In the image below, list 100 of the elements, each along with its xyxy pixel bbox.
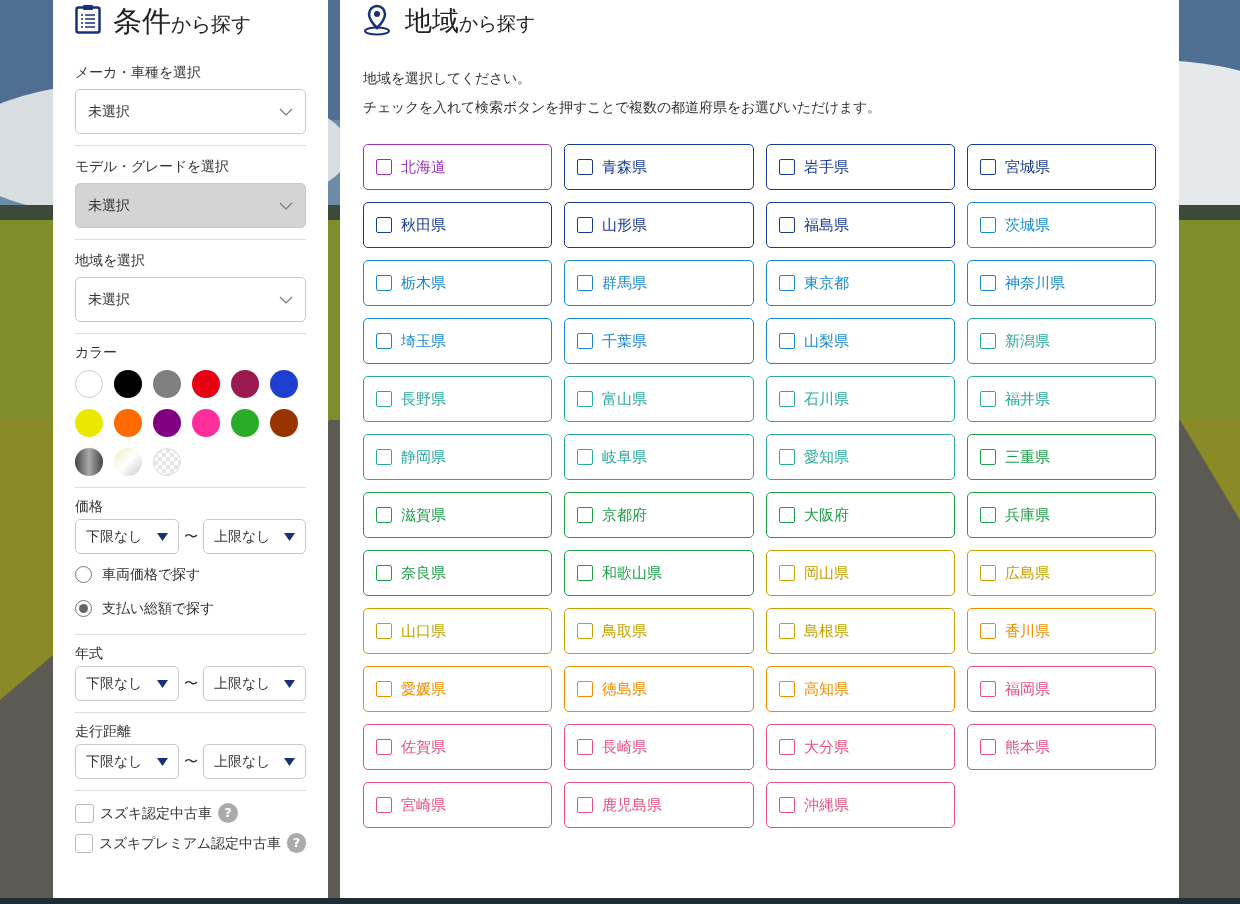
checkbox[interactable]	[979, 681, 996, 697]
prefecture-option[interactable]: 栃木県	[363, 260, 553, 306]
color-swatch[interactable]	[114, 448, 142, 476]
checkbox[interactable]	[778, 391, 795, 407]
prefecture-option[interactable]: 愛媛県	[363, 666, 553, 712]
checkbox[interactable]	[778, 159, 795, 175]
prefecture-option[interactable]: 東京都	[765, 260, 955, 306]
prefecture-option[interactable]: 神奈川県	[966, 260, 1156, 306]
prefecture-option[interactable]: 福井県	[966, 376, 1156, 422]
help-badge[interactable]: ?	[287, 833, 306, 853]
dropdown[interactable]: 未選択	[75, 89, 306, 134]
prefecture-option[interactable]: 群馬県	[564, 260, 754, 306]
checkbox[interactable]	[577, 507, 594, 523]
checkbox[interactable]	[979, 217, 996, 233]
color-swatch[interactable]	[270, 409, 298, 437]
prefecture-option[interactable]: 熊本県	[966, 724, 1156, 770]
checkbox[interactable]	[75, 833, 94, 853]
prefecture-option[interactable]: 鳥取県	[564, 608, 754, 654]
radio-option[interactable]: 車両価格で探す	[75, 564, 306, 584]
checkbox[interactable]	[778, 217, 795, 233]
checkbox[interactable]	[376, 623, 392, 639]
color-swatch[interactable]	[114, 409, 142, 437]
prefecture-option[interactable]: 山口県	[363, 608, 553, 654]
prefecture-option[interactable]: 奈良県	[363, 550, 553, 596]
dropdown[interactable]: 未選択	[75, 277, 306, 322]
prefecture-option[interactable]: 石川県	[765, 376, 955, 422]
checkbox[interactable]	[577, 739, 594, 755]
checkbox[interactable]	[778, 333, 795, 349]
prefecture-option[interactable]: 和歌山県	[564, 550, 754, 596]
color-swatch[interactable]	[231, 370, 259, 398]
prefecture-option[interactable]: 青森県	[564, 144, 754, 190]
color-swatch[interactable]	[270, 370, 298, 398]
checkbox[interactable]	[577, 217, 594, 233]
checkbox[interactable]	[577, 797, 594, 813]
checkbox[interactable]	[577, 681, 594, 697]
color-swatch[interactable]	[75, 409, 103, 437]
color-swatch[interactable]	[153, 409, 181, 437]
checkbox[interactable]	[979, 159, 996, 175]
prefecture-option[interactable]: 千葉県	[564, 318, 754, 364]
prefecture-option[interactable]: 大阪府	[765, 492, 955, 538]
checkbox[interactable]	[979, 449, 996, 465]
dropdown[interactable]: 下限なし	[75, 519, 179, 554]
checkbox[interactable]	[778, 507, 795, 523]
prefecture-option[interactable]: 兵庫県	[966, 492, 1156, 538]
checkbox[interactable]	[979, 507, 996, 523]
dropdown[interactable]: 上限なし	[203, 666, 306, 701]
checkbox[interactable]	[376, 275, 392, 291]
prefecture-option[interactable]: 長野県	[363, 376, 553, 422]
color-swatch[interactable]	[153, 370, 181, 398]
prefecture-option[interactable]: 宮城県	[966, 144, 1156, 190]
checkbox[interactable]	[778, 797, 795, 813]
checkbox[interactable]	[577, 159, 594, 175]
prefecture-option[interactable]: 沖縄県	[765, 782, 955, 828]
prefecture-option[interactable]: 香川県	[966, 608, 1156, 654]
color-swatch[interactable]	[231, 409, 259, 437]
color-swatch[interactable]	[153, 448, 181, 476]
prefecture-option[interactable]: 三重県	[966, 434, 1156, 480]
color-swatch[interactable]	[75, 448, 103, 476]
checkbox[interactable]	[577, 391, 594, 407]
prefecture-option[interactable]: 京都府	[564, 492, 754, 538]
checkbox[interactable]	[778, 623, 795, 639]
prefecture-option[interactable]: 茨城県	[966, 202, 1156, 248]
prefecture-option[interactable]: 島根県	[765, 608, 955, 654]
color-swatch[interactable]	[75, 370, 103, 398]
prefecture-option[interactable]: 鹿児島県	[564, 782, 754, 828]
prefecture-option[interactable]: 滋賀県	[363, 492, 553, 538]
prefecture-option[interactable]: 埼玉県	[363, 318, 553, 364]
checkbox[interactable]	[376, 565, 392, 581]
prefecture-option[interactable]: 大分県	[765, 724, 955, 770]
checkbox[interactable]	[577, 623, 594, 639]
checkbox[interactable]	[376, 797, 392, 813]
checkbox[interactable]	[778, 449, 795, 465]
checkbox[interactable]	[577, 449, 594, 465]
checkbox[interactable]	[979, 275, 996, 291]
checkbox[interactable]	[376, 159, 392, 175]
color-swatch[interactable]	[192, 409, 220, 437]
checkbox[interactable]	[376, 507, 392, 523]
prefecture-option[interactable]: 岡山県	[765, 550, 955, 596]
prefecture-option[interactable]: 福岡県	[966, 666, 1156, 712]
checkbox[interactable]	[979, 565, 996, 581]
checkbox[interactable]	[376, 739, 392, 755]
dropdown[interactable]: 上限なし	[203, 519, 306, 554]
checkbox[interactable]	[376, 391, 392, 407]
checkbox[interactable]	[778, 275, 795, 291]
checkbox[interactable]	[376, 681, 392, 697]
prefecture-option[interactable]: 秋田県	[363, 202, 553, 248]
dropdown[interactable]: 上限なし	[203, 744, 306, 779]
checkbox[interactable]	[778, 739, 795, 755]
checkbox[interactable]	[577, 275, 594, 291]
prefecture-option[interactable]: 山形県	[564, 202, 754, 248]
prefecture-option[interactable]: 岩手県	[765, 144, 955, 190]
checkbox[interactable]	[376, 333, 392, 349]
help-badge[interactable]: ?	[218, 803, 238, 823]
prefecture-option[interactable]: 徳島県	[564, 666, 754, 712]
checkbox[interactable]	[778, 565, 795, 581]
checkbox[interactable]	[979, 333, 996, 349]
prefecture-option[interactable]: 高知県	[765, 666, 955, 712]
prefecture-option[interactable]: 山梨県	[765, 318, 955, 364]
prefecture-option[interactable]: 広島県	[966, 550, 1156, 596]
checkbox[interactable]	[979, 623, 996, 639]
